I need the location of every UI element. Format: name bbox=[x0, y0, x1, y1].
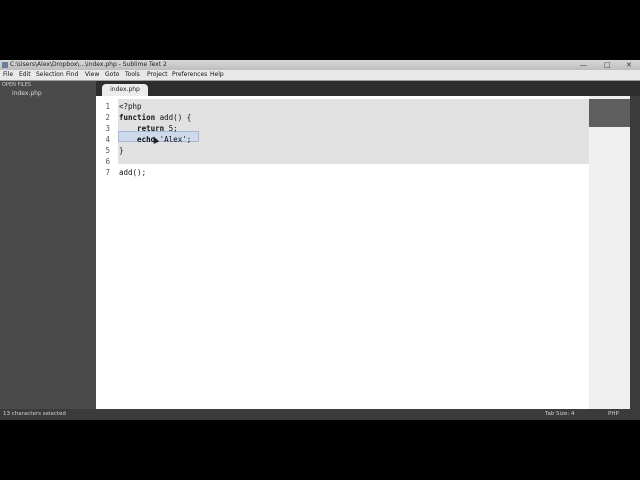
line-number: 7 bbox=[105, 168, 110, 177]
menu-help[interactable]: Help bbox=[210, 70, 224, 80]
tab-bar: index.php bbox=[96, 81, 640, 96]
code-keyword: return bbox=[119, 124, 165, 133]
code-text: 5; bbox=[164, 124, 178, 133]
menu-selection[interactable]: Selection bbox=[36, 70, 64, 80]
line-number: 4 bbox=[105, 135, 110, 144]
app-icon bbox=[2, 62, 8, 68]
menu-find[interactable]: Find bbox=[66, 70, 78, 80]
code-text: } bbox=[119, 146, 124, 155]
menu-bar: File Edit Selection Find View Goto Tools… bbox=[0, 70, 640, 81]
minimap-viewport[interactable] bbox=[589, 99, 630, 127]
tab-size-indicator[interactable]: Tab Size: 4 bbox=[545, 409, 574, 420]
code-text: add(); bbox=[119, 168, 147, 177]
code-text: <?php bbox=[119, 102, 142, 111]
menu-goto[interactable]: Goto bbox=[105, 70, 119, 80]
menu-preferences[interactable]: Preferences bbox=[172, 70, 207, 80]
sidebar: OPEN FILES index.php bbox=[0, 81, 96, 409]
vertical-scrollbar[interactable] bbox=[630, 96, 640, 409]
selection-status: 13 characters selected bbox=[3, 411, 66, 417]
code-keyword: echo bbox=[119, 135, 156, 144]
line-number: 6 bbox=[105, 157, 110, 166]
menu-project[interactable]: Project bbox=[147, 70, 168, 80]
code-line: } bbox=[119, 145, 124, 156]
code-text: 'Alex'; bbox=[155, 135, 192, 144]
line-number: 1 bbox=[105, 102, 110, 111]
code-line: <?php bbox=[119, 101, 142, 112]
minimap[interactable] bbox=[589, 96, 630, 409]
line-number: 5 bbox=[105, 146, 110, 155]
minimize-button[interactable]: — bbox=[580, 60, 587, 70]
status-bar: 13 characters selected Tab Size: 4 PHP bbox=[0, 409, 640, 420]
menu-view[interactable]: View bbox=[85, 70, 99, 80]
open-files-header: OPEN FILES bbox=[2, 82, 31, 88]
menu-tools[interactable]: Tools bbox=[125, 70, 140, 80]
menu-file[interactable]: File bbox=[3, 70, 13, 80]
code-keyword: function bbox=[119, 113, 156, 122]
code-line: add(); bbox=[119, 167, 146, 178]
line-number: 2 bbox=[105, 113, 110, 122]
window-title: C:\Users\Alex\Dropbox\...\index.php - Su… bbox=[10, 61, 167, 68]
menu-edit[interactable]: Edit bbox=[19, 70, 31, 80]
code-line: return 5; bbox=[119, 123, 178, 134]
tab-index-php[interactable]: index.php bbox=[102, 84, 148, 96]
line-number: 3 bbox=[105, 124, 110, 133]
editor-window: C:\Users\Alex\Dropbox\...\index.php - Su… bbox=[0, 60, 640, 420]
maximize-button[interactable]: □ bbox=[604, 60, 611, 70]
code-text: add() { bbox=[155, 113, 192, 122]
close-button[interactable]: ✕ bbox=[626, 60, 632, 70]
syntax-indicator[interactable]: PHP bbox=[608, 409, 619, 420]
code-line: function add() { bbox=[119, 112, 191, 123]
title-bar: C:\Users\Alex\Dropbox\...\index.php - Su… bbox=[0, 60, 640, 70]
sidebar-file-index[interactable]: index.php bbox=[12, 90, 42, 97]
code-editor[interactable]: 1 2 3 4 5 6 7 <?php function add() { ret… bbox=[96, 96, 630, 409]
